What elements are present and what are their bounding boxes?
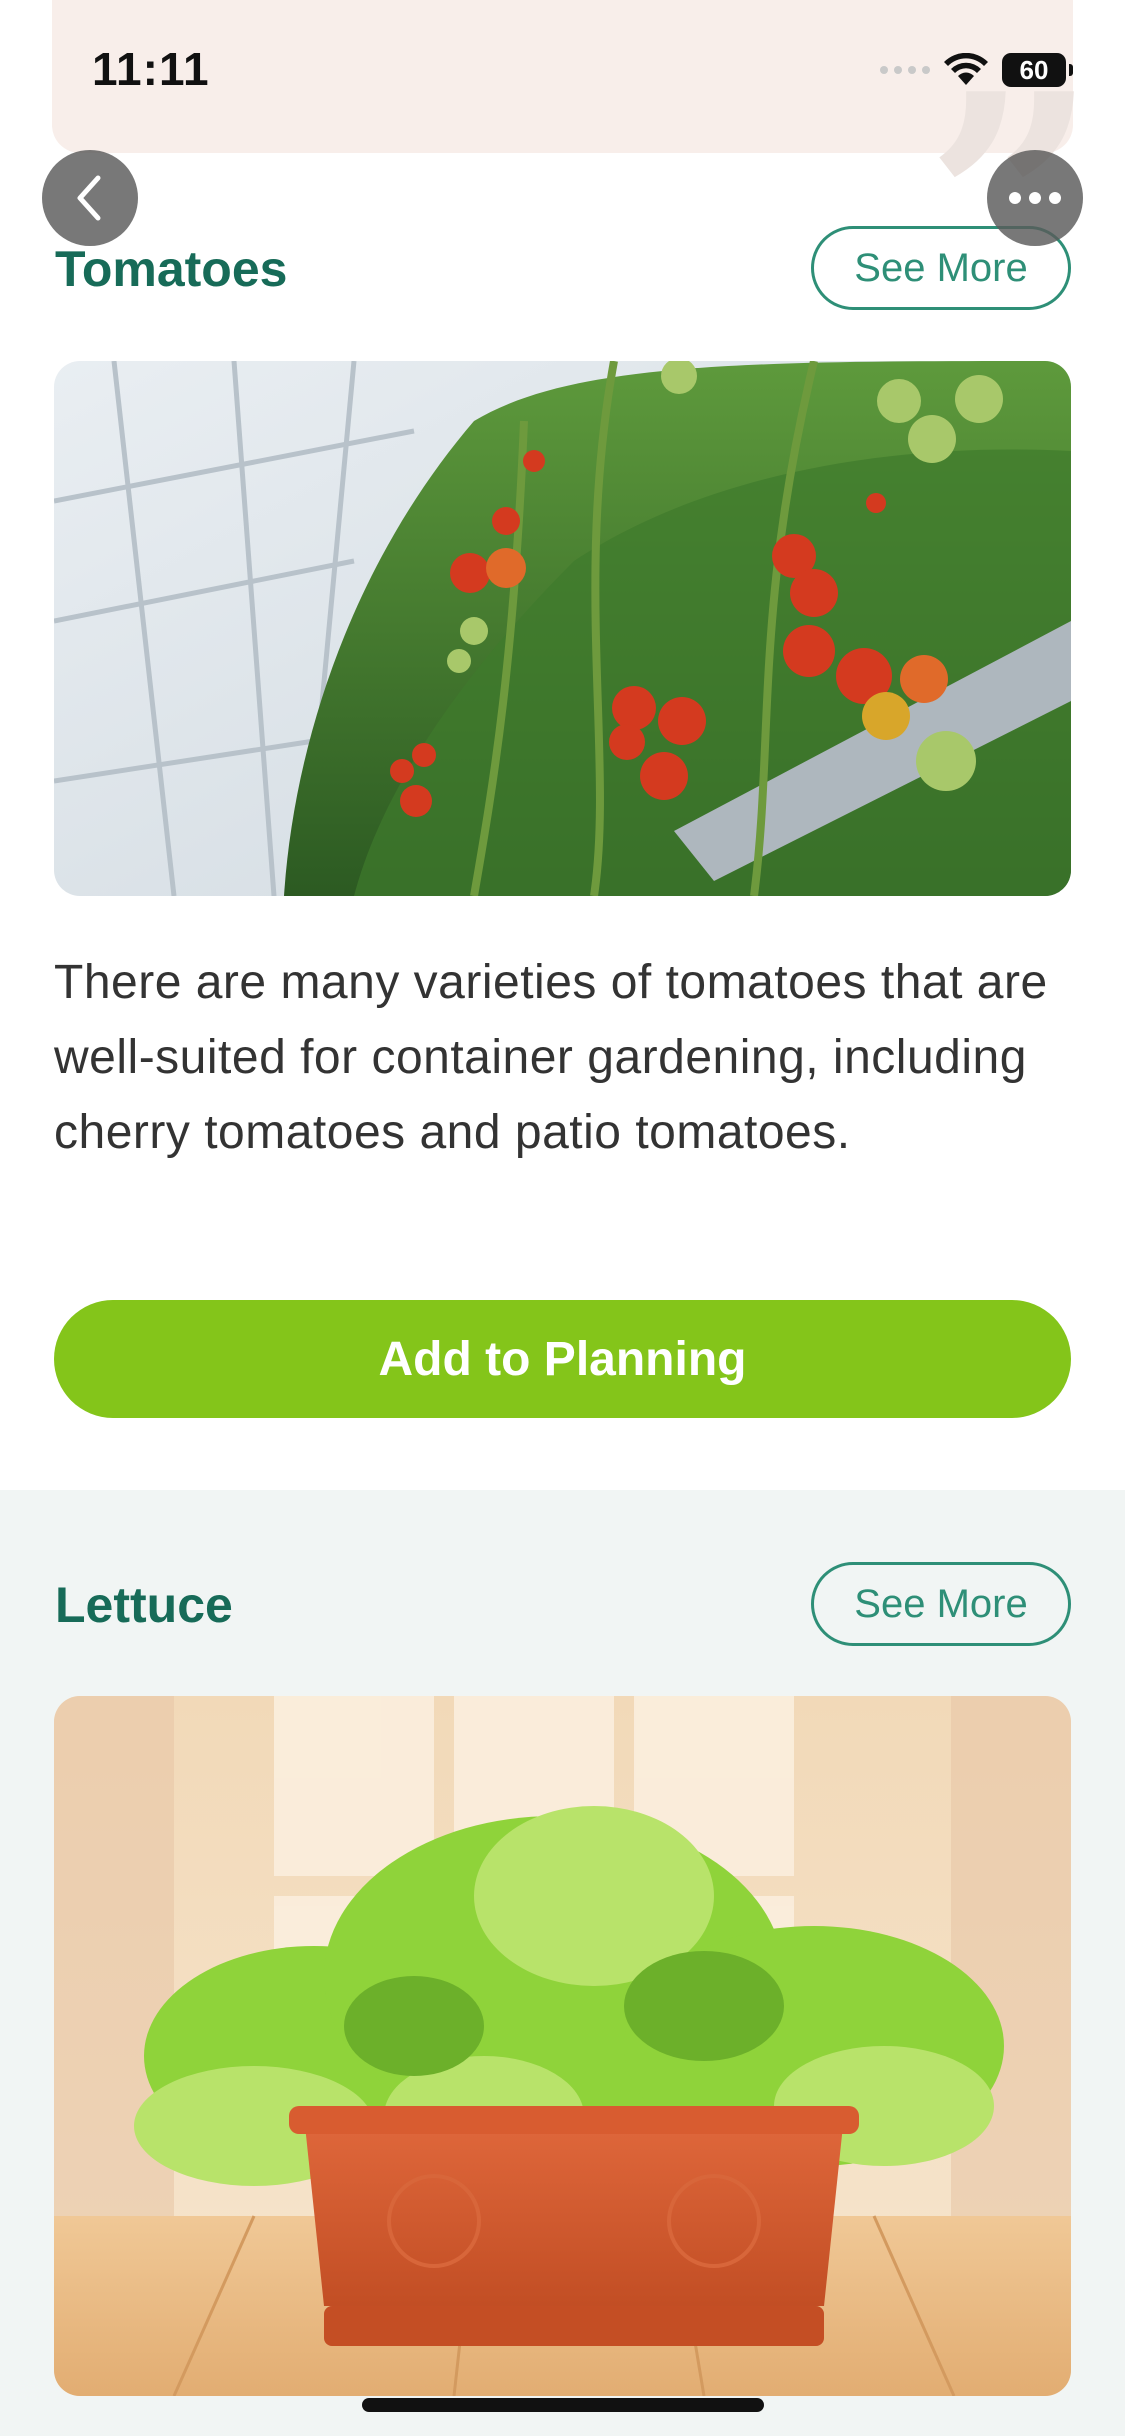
signal-icon bbox=[880, 66, 930, 74]
status-time: 11:11 bbox=[92, 43, 210, 95]
app-screen: ” 11:11 60 Tomatoes See More bbox=[0, 0, 1125, 2436]
status-icons: 60 bbox=[880, 50, 1073, 90]
battery-indicator: 60 bbox=[1002, 53, 1073, 87]
add-to-planning-button[interactable]: Add to Planning bbox=[54, 1300, 1071, 1418]
section-title: Tomatoes bbox=[55, 241, 288, 297]
section-title: Lettuce bbox=[55, 1577, 233, 1633]
crop-card-lettuce: Lettuce See More bbox=[0, 1490, 1125, 2436]
chevron-left-icon bbox=[77, 175, 101, 221]
tomatoes-photo bbox=[54, 361, 1071, 896]
lettuce-photo bbox=[54, 1696, 1071, 2396]
back-button[interactable] bbox=[42, 150, 138, 246]
crop-description: There are many varieties of tomatoes tha… bbox=[54, 956, 1048, 1159]
home-indicator bbox=[362, 2398, 764, 2412]
see-more-button[interactable]: See More bbox=[811, 1562, 1071, 1646]
crop-card-tomatoes: Tomatoes See More There are many varieti… bbox=[0, 200, 1125, 1490]
ellipsis-icon bbox=[1009, 192, 1061, 204]
more-options-button[interactable] bbox=[987, 150, 1083, 246]
wifi-icon bbox=[944, 53, 988, 85]
